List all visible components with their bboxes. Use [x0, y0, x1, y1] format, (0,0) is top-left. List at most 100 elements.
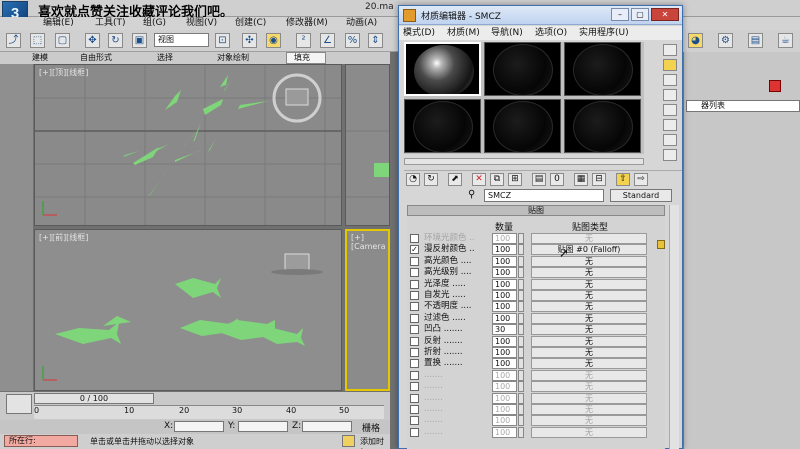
y-field[interactable]	[238, 421, 288, 432]
map-amount-field[interactable]: 100	[492, 312, 517, 324]
amount-spinner[interactable]	[518, 381, 524, 393]
map-slot-button[interactable]: 无	[531, 255, 647, 267]
modifier-list[interactable]: 器列表	[686, 100, 800, 112]
map-enable-checkbox[interactable]	[410, 268, 419, 278]
tab-freeform[interactable]: 自由形式	[80, 52, 112, 64]
menu-views[interactable]: 视图(V)	[186, 17, 217, 30]
map-enable-checkbox[interactable]	[410, 325, 419, 335]
time-slider[interactable]: 0 / 100	[34, 393, 154, 404]
amount-spinner[interactable]	[518, 415, 524, 427]
scale-icon[interactable]: ▣	[132, 33, 147, 48]
map-slot-button[interactable]: 无	[531, 347, 647, 358]
map-slot-button[interactable]: 无	[531, 278, 647, 290]
menu-group[interactable]: 组(G)	[143, 17, 166, 30]
make-unique-icon[interactable]: ⊞	[508, 173, 522, 186]
viewport-camera[interactable]: [+][Camera	[345, 229, 390, 391]
amount-spinner[interactable]	[518, 324, 524, 336]
map-slot-button[interactable]: 无	[531, 404, 647, 415]
map-enable-checkbox[interactable]	[410, 427, 419, 437]
material-editor-title-bar[interactable]: 材质编辑器 - SMCZ – ▢ ✕	[399, 6, 682, 25]
maximize-button[interactable]: ▢	[631, 8, 649, 21]
viewport-top[interactable]: [+][顶][线框]	[34, 64, 342, 226]
sample-slot-2[interactable]	[484, 42, 561, 96]
map-enable-checkbox[interactable]	[410, 405, 419, 414]
background-icon[interactable]	[663, 74, 677, 86]
mini-listener-icon[interactable]	[6, 394, 32, 414]
map-amount-field[interactable]: 100	[492, 426, 517, 438]
tab-populate[interactable]: 填充	[294, 52, 310, 64]
map-slot-button[interactable]: 无	[531, 392, 647, 404]
select-object-icon[interactable]: ▢	[55, 33, 70, 48]
map-amount-field[interactable]: 100	[492, 415, 517, 427]
go-forward-sibling-icon[interactable]: ⇨	[634, 173, 648, 186]
amount-spinner[interactable]	[518, 290, 524, 301]
x-field[interactable]	[174, 421, 224, 432]
map-slot-button[interactable]: 无	[531, 381, 647, 393]
map-enable-checkbox[interactable]	[410, 291, 419, 300]
map-slot-button[interactable]: 无	[531, 426, 647, 438]
map-enable-checkbox[interactable]	[410, 416, 419, 426]
track-bar[interactable]: 0 10 20 30 40 50	[34, 405, 384, 419]
link-icon[interactable]: ⤴	[6, 33, 21, 48]
tab-object-paint[interactable]: 对象绘制	[217, 52, 249, 64]
menu-animation[interactable]: 动画(A)	[346, 17, 377, 30]
select-by-material-icon[interactable]	[663, 149, 677, 161]
map-amount-field[interactable]: 100	[492, 404, 517, 415]
keyboard-shortcut-icon[interactable]: ◉	[266, 33, 281, 48]
sample-type-icon[interactable]	[663, 44, 677, 56]
tab-selection[interactable]: 选择	[157, 52, 173, 64]
map-enable-checkbox[interactable]	[410, 302, 419, 312]
lock-icon[interactable]	[657, 240, 665, 249]
video-check-icon[interactable]	[663, 104, 677, 116]
map-amount-field[interactable]: 100	[492, 392, 517, 404]
show-map-icon[interactable]: ▦	[574, 173, 588, 186]
map-enable-checkbox[interactable]	[410, 313, 419, 323]
map-enable-checkbox[interactable]	[410, 336, 419, 346]
uv-tiling-icon[interactable]	[663, 89, 677, 101]
map-amount-field[interactable]: 100	[492, 244, 517, 256]
amount-spinner[interactable]	[518, 255, 524, 267]
map-slot-button[interactable]: 无	[531, 233, 647, 244]
map-enable-checkbox[interactable]	[410, 348, 419, 357]
sample-slot-6[interactable]	[564, 99, 641, 153]
amount-spinner[interactable]	[518, 426, 524, 438]
material-name-field[interactable]: SMCZ	[484, 189, 604, 202]
select-manipulate-icon[interactable]: ✣	[242, 33, 257, 48]
show-end-result-icon[interactable]: ⊟	[592, 173, 606, 186]
amount-spinner[interactable]	[518, 335, 524, 347]
key-icon[interactable]	[342, 435, 355, 447]
viewport-front[interactable]: [+][前][线框]	[34, 229, 342, 391]
add-time-tag[interactable]: 添加时标	[360, 436, 390, 449]
map-enable-checkbox[interactable]	[410, 359, 419, 369]
sample-slot-3[interactable]	[564, 42, 641, 96]
teapot-icon[interactable]: ◕	[688, 33, 703, 48]
map-amount-field[interactable]: 100	[492, 301, 517, 313]
menu-material[interactable]: 材质(M)	[447, 26, 480, 40]
amount-spinner[interactable]	[518, 312, 524, 324]
copy-material-icon[interactable]: ⧉	[490, 173, 504, 186]
map-amount-field[interactable]: 100	[492, 233, 517, 244]
menu-utilities[interactable]: 实用程序(U)	[579, 26, 629, 40]
map-amount-field[interactable]: 100	[492, 290, 517, 301]
backlight-icon[interactable]	[663, 59, 677, 71]
sample-slot-scrollbar[interactable]	[404, 158, 644, 165]
eyedropper-icon[interactable]: ⚲	[468, 189, 480, 202]
tab-modeling[interactable]: 建模	[32, 52, 48, 64]
amount-spinner[interactable]	[518, 301, 524, 313]
put-to-scene-icon[interactable]: ↻	[424, 173, 438, 186]
map-amount-field[interactable]: 100	[492, 347, 517, 358]
menu-navigation[interactable]: 导航(N)	[491, 26, 523, 40]
map-enable-checkbox[interactable]: ✓	[410, 245, 419, 255]
select-region-icon[interactable]: ⬚	[30, 33, 45, 48]
map-amount-field[interactable]: 30	[492, 324, 517, 336]
maxscript-listener[interactable]: 所在行:	[4, 435, 78, 447]
pivot-icon[interactable]: ⊡	[215, 33, 230, 48]
map-enable-checkbox[interactable]	[410, 234, 419, 243]
map-amount-field[interactable]: 100	[492, 381, 517, 393]
render-setup-icon[interactable]: ⚙	[718, 33, 733, 48]
sample-slot-1[interactable]	[404, 42, 481, 96]
options-icon[interactable]	[663, 134, 677, 146]
map-slot-button[interactable]: 无	[531, 312, 647, 324]
map-slot-button[interactable]: 无	[531, 358, 647, 370]
menu-modifiers[interactable]: 修改器(M)	[286, 17, 328, 30]
